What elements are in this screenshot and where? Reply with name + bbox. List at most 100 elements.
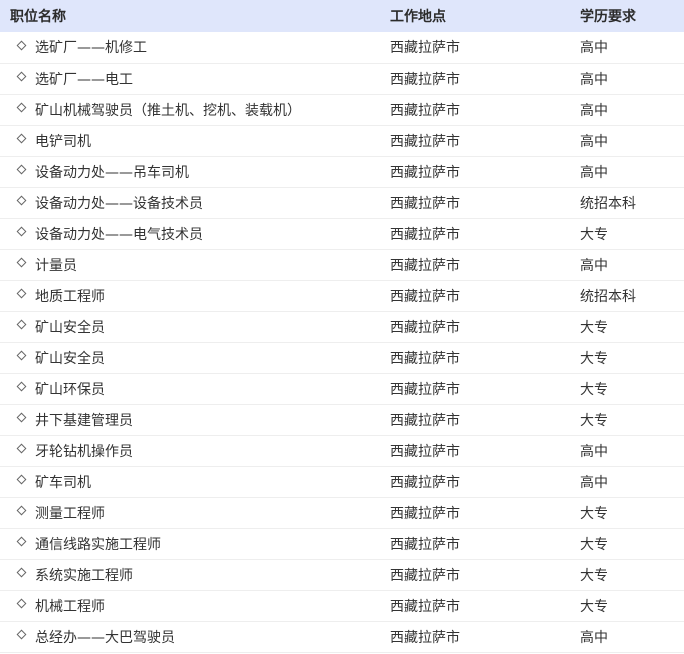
- table-row[interactable]: 电铲司机 西藏拉萨市 高中: [0, 125, 684, 156]
- job-title-cell[interactable]: 选矿厂——电工: [0, 63, 390, 94]
- diamond-icon: [16, 288, 27, 299]
- job-title-cell[interactable]: 矿山安全员: [0, 342, 390, 373]
- education-cell: 高中: [580, 40, 608, 57]
- job-title-link[interactable]: 牙轮钻机操作员: [35, 444, 133, 460]
- work-location-cell: 西藏拉萨市: [390, 381, 460, 398]
- work-location-cell: 西藏拉萨市: [390, 350, 460, 367]
- job-title-link[interactable]: 选矿厂——机修工: [35, 40, 147, 56]
- job-title-cell[interactable]: 设备动力处——吊车司机: [0, 156, 390, 187]
- table-row[interactable]: 计量员 西藏拉萨市 高中: [0, 249, 684, 280]
- job-title-cell[interactable]: 系统实施工程师: [0, 559, 390, 590]
- job-title-cell[interactable]: 机械工程师: [0, 590, 390, 621]
- table-row[interactable]: 矿山环保员 西藏拉萨市 大专: [0, 373, 684, 404]
- education-cell: 高中: [580, 474, 608, 491]
- job-title-link[interactable]: 矿山机械驾驶员（推土机、挖机、装载机）: [35, 103, 301, 119]
- job-title-link[interactable]: 选矿厂——电工: [35, 72, 133, 88]
- education-cell: 大专: [580, 226, 608, 243]
- job-title-cell[interactable]: 计量员: [0, 249, 390, 280]
- table-row[interactable]: 矿山安全员 西藏拉萨市 大专: [0, 342, 684, 373]
- job-title-link[interactable]: 地质工程师: [35, 289, 105, 305]
- job-title-cell[interactable]: 井下基建管理员: [0, 404, 390, 435]
- work-location-cell: 西藏拉萨市: [390, 71, 460, 88]
- education-cell: 大专: [580, 505, 608, 522]
- job-title-link[interactable]: 通信线路实施工程师: [35, 537, 161, 553]
- table-row[interactable]: 系统实施工程师 西藏拉萨市 大专: [0, 559, 684, 590]
- table-row[interactable]: 矿山安全员 西藏拉萨市 大专: [0, 311, 684, 342]
- diamond-icon: [16, 102, 27, 113]
- job-title-link[interactable]: 总经办——大巴驾驶员: [35, 630, 175, 646]
- work-location-cell: 西藏拉萨市: [390, 319, 460, 336]
- education-cell: 大专: [580, 319, 608, 336]
- table-row[interactable]: 矿山机械驾驶员（推土机、挖机、装载机） 西藏拉萨市 高中: [0, 94, 684, 125]
- table-row[interactable]: 总经办——大巴驾驶员 西藏拉萨市 高中: [0, 621, 684, 652]
- job-title-link[interactable]: 矿山安全员: [35, 320, 105, 336]
- table-row[interactable]: 牙轮钻机操作员 西藏拉萨市 高中: [0, 435, 684, 466]
- job-title-cell[interactable]: 设备动力处——设备技术员: [0, 187, 390, 218]
- job-title-link[interactable]: 测量工程师: [35, 506, 105, 522]
- job-title-link[interactable]: 计量员: [35, 258, 77, 274]
- job-title-link[interactable]: 矿车司机: [35, 475, 91, 491]
- work-location-cell: 西藏拉萨市: [390, 474, 460, 491]
- work-location-cell: 西藏拉萨市: [390, 598, 460, 615]
- diamond-icon: [16, 257, 27, 268]
- diamond-icon: [16, 319, 27, 330]
- job-title-link[interactable]: 机械工程师: [35, 599, 105, 615]
- table-row[interactable]: 井下基建管理员 西藏拉萨市 大专: [0, 404, 684, 435]
- job-title-link[interactable]: 系统实施工程师: [35, 568, 133, 584]
- education-cell: 统招本科: [580, 195, 636, 212]
- diamond-icon: [16, 226, 27, 237]
- job-title-link[interactable]: 井下基建管理员: [35, 413, 133, 429]
- work-location-cell: 西藏拉萨市: [390, 164, 460, 181]
- job-title-cell[interactable]: 矿山机械驾驶员（推土机、挖机、装载机）: [0, 94, 390, 125]
- diamond-icon: [16, 505, 27, 516]
- table-row[interactable]: 通信线路实施工程师 西藏拉萨市 大专: [0, 528, 684, 559]
- diamond-icon: [16, 412, 27, 423]
- education-cell: 高中: [580, 102, 608, 119]
- education-cell: 高中: [580, 443, 608, 460]
- work-location-cell: 西藏拉萨市: [390, 567, 460, 584]
- table-row[interactable]: 矿车司机 西藏拉萨市 高中: [0, 466, 684, 497]
- work-location-cell: 西藏拉萨市: [390, 257, 460, 274]
- job-title-link[interactable]: 矿山环保员: [35, 382, 105, 398]
- job-title-cell[interactable]: 矿山安全员: [0, 311, 390, 342]
- job-title-cell[interactable]: 设备动力处——电气技术员: [0, 218, 390, 249]
- job-title-cell[interactable]: 选矿厂——机修工: [0, 32, 390, 63]
- table-row[interactable]: 设备动力处——设备技术员 西藏拉萨市 统招本科: [0, 187, 684, 218]
- table-row[interactable]: 机械工程师 西藏拉萨市 大专: [0, 590, 684, 621]
- job-title-cell[interactable]: 矿山环保员: [0, 373, 390, 404]
- education-cell: 大专: [580, 350, 608, 367]
- table-row[interactable]: 选矿厂——机修工 西藏拉萨市 高中: [0, 32, 684, 63]
- education-cell: 高中: [580, 133, 608, 150]
- header-work-location: 工作地点: [390, 9, 446, 25]
- table-row[interactable]: 设备动力处——电气技术员 西藏拉萨市 大专: [0, 218, 684, 249]
- job-title-cell[interactable]: 矿车司机: [0, 466, 390, 497]
- table-row[interactable]: 设备动力处——吊车司机 西藏拉萨市 高中: [0, 156, 684, 187]
- table-row[interactable]: 选矿厂——电工 西藏拉萨市 高中: [0, 63, 684, 94]
- job-title-link[interactable]: 电铲司机: [35, 134, 91, 150]
- diamond-icon: [16, 381, 27, 392]
- work-location-cell: 西藏拉萨市: [390, 195, 460, 212]
- education-cell: 高中: [580, 257, 608, 274]
- job-title-cell[interactable]: 通信线路实施工程师: [0, 528, 390, 559]
- education-cell: 高中: [580, 164, 608, 181]
- job-title-link[interactable]: 设备动力处——电气技术员: [35, 227, 203, 243]
- diamond-icon: [16, 598, 27, 609]
- work-location-cell: 西藏拉萨市: [390, 102, 460, 119]
- diamond-icon: [16, 443, 27, 454]
- job-title-link[interactable]: 设备动力处——设备技术员: [35, 196, 203, 212]
- work-location-cell: 西藏拉萨市: [390, 629, 460, 646]
- table-row[interactable]: 测量工程师 西藏拉萨市 大专: [0, 497, 684, 528]
- job-title-cell[interactable]: 电铲司机: [0, 125, 390, 156]
- table-body: 选矿厂——机修工 西藏拉萨市 高中 选矿厂——电工 西藏拉萨市 高中 矿山机械驾驶员（推土机…: [0, 32, 684, 652]
- job-title-cell[interactable]: 地质工程师: [0, 280, 390, 311]
- diamond-icon: [16, 164, 27, 175]
- job-title-link[interactable]: 矿山安全员: [35, 351, 105, 367]
- job-title-link[interactable]: 设备动力处——吊车司机: [35, 165, 189, 181]
- education-cell: 大专: [580, 381, 608, 398]
- job-title-cell[interactable]: 总经办——大巴驾驶员: [0, 621, 390, 652]
- job-listing-table: 职位名称 工作地点 学历要求 选矿厂——机修工 西藏拉萨市 高中 选矿厂——电工 西藏拉…: [0, 0, 684, 653]
- table-row[interactable]: 地质工程师 西藏拉萨市 统招本科: [0, 280, 684, 311]
- job-title-cell[interactable]: 牙轮钻机操作员: [0, 435, 390, 466]
- job-title-cell[interactable]: 测量工程师: [0, 497, 390, 528]
- table-header: 职位名称 工作地点 学历要求: [0, 0, 684, 32]
